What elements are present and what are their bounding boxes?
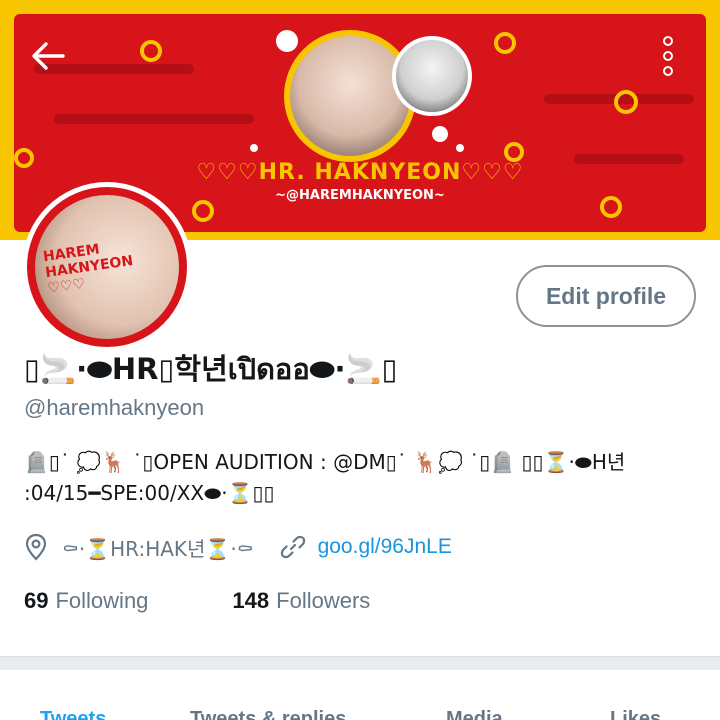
- more-vertical-icon[interactable]: [650, 32, 686, 80]
- tab-media[interactable]: Media: [446, 708, 503, 720]
- banner-dot: [250, 144, 258, 152]
- username-handle: @haremhaknyeon: [24, 395, 205, 420]
- more-dot: [663, 36, 673, 46]
- avatar-ring: HAREM HAKNYEON ♡♡♡: [27, 187, 187, 347]
- follow-stats: 69 Following 148 Followers: [24, 588, 370, 614]
- following-count: 69: [24, 588, 49, 613]
- website-link[interactable]: goo.gl/96JnLE: [318, 535, 452, 559]
- edit-profile-button[interactable]: Edit profile: [516, 265, 696, 327]
- banner-dot: [432, 126, 448, 142]
- avatar-logo-text: HAREM HAKNYEON ♡♡♡: [42, 237, 136, 296]
- display-name: ▯🚬·⬬HR▯학년เปิดออ⬬·🚬▯: [24, 352, 398, 386]
- avatar-photo: HAREM HAKNYEON ♡♡♡: [35, 195, 179, 339]
- followers-count: 148: [232, 588, 270, 613]
- profile-meta: ⚰·⏳HR:HAK년⏳·⚰ goo.gl/96JnLE: [24, 530, 452, 564]
- avatar[interactable]: HAREM HAKNYEON ♡♡♡: [22, 182, 192, 352]
- following-stat[interactable]: 69 Following: [24, 588, 148, 614]
- banner-ring: [504, 142, 524, 162]
- more-dot: [663, 66, 673, 76]
- arrow-left-icon: [32, 42, 65, 70]
- profile-bio: 🪦▯˙ 💭🦌 ˙▯OPEN AUDITION : @DM▯˙ 🦌💭 ˙▯🪦 ▯▯…: [24, 447, 704, 509]
- profile-location: ⚰·⏳HR:HAK년⏳·⚰: [24, 533, 254, 562]
- bio-line: 🪦▯˙ 💭🦌 ˙▯OPEN AUDITION : @DM▯˙ 🦌💭 ˙▯🪦 ▯▯…: [24, 450, 626, 474]
- banner-ring: [192, 200, 214, 222]
- tab-tweets-replies[interactable]: Tweets & replies: [190, 708, 346, 720]
- banner-stripe: [54, 114, 254, 124]
- tab-likes[interactable]: Likes: [610, 708, 661, 720]
- link-icon: [280, 535, 305, 559]
- followers-label: Followers: [276, 588, 371, 613]
- bio-line: :04/15━SPE:00/XX⬬·⏳▯▯: [24, 481, 275, 505]
- banner-ring: [614, 90, 638, 114]
- banner-ring: [494, 32, 516, 54]
- back-button[interactable]: [26, 34, 70, 78]
- location-text: ⚰·⏳HR:HAK년⏳·⚰: [62, 536, 254, 561]
- banner-dot: [456, 144, 464, 152]
- section-divider: [0, 656, 720, 670]
- tab-tweets[interactable]: Tweets: [40, 708, 106, 720]
- profile-website[interactable]: goo.gl/96JnLE: [280, 534, 452, 560]
- banner-photo-secondary: [392, 36, 472, 116]
- profile-tabs: Tweets Tweets & replies Media Likes: [0, 670, 720, 720]
- followers-stat[interactable]: 148 Followers: [232, 588, 370, 614]
- location-pin-icon: [25, 533, 47, 561]
- more-dot: [663, 51, 673, 61]
- banner-dot: [276, 30, 298, 52]
- banner-photo-main: [284, 30, 416, 162]
- following-label: Following: [55, 588, 149, 613]
- banner-ring: [140, 40, 162, 62]
